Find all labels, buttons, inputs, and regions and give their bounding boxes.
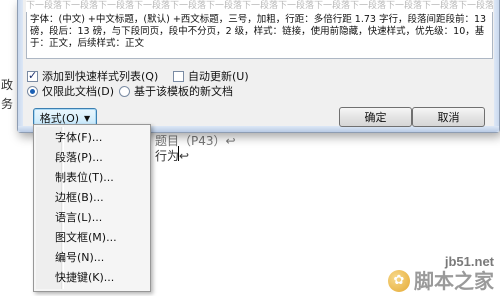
template-based-radio[interactable]: 基于该模板的新文档 <box>119 83 233 99</box>
menu-item-paragraph[interactable]: 段落(P)... <box>52 149 148 167</box>
style-description-box: 字体：(中文) +中文标题，(默认) +西文标题，三号，加粗，行距：多倍行距 1… <box>26 12 493 59</box>
only-this-document-radio[interactable]: 仅限此文档(D) <box>27 83 114 99</box>
document-text-fragment: 务 <box>1 97 14 111</box>
site-watermark: jb51.net ✿ 脚本之家 <box>388 255 494 293</box>
radio-circle[interactable] <box>27 85 38 97</box>
only-this-document-label: 仅限此文档(D) <box>42 85 115 98</box>
menu-item-numbering[interactable]: 编号(N)... <box>52 249 148 267</box>
dialog-frame-left <box>18 0 23 132</box>
cancel-button[interactable]: 取消 <box>412 107 485 127</box>
menu-item-font[interactable]: 字体(F)... <box>52 129 148 147</box>
auto-update-label: 自动更新(U) <box>188 70 249 83</box>
document-body-line: 行为↩ <box>155 149 190 163</box>
menu-item-frame[interactable]: 图文框(M)... <box>52 229 148 247</box>
template-based-label: 基于该模板的新文档 <box>134 85 233 98</box>
add-to-quick-style-label: 添加到快速样式列表(Q) <box>42 70 159 83</box>
watermark-site: jb51.net <box>444 254 494 269</box>
add-to-quick-style-checkbox[interactable]: 添加到快速样式列表(Q) <box>27 68 158 84</box>
brand-logo-icon: ✿ <box>388 270 410 292</box>
menu-item-shortcut-key[interactable]: 快捷键(K)... <box>52 269 148 287</box>
auto-update-checkbox[interactable]: 自动更新(U) <box>173 68 249 84</box>
checkbox-box[interactable] <box>173 70 184 82</box>
style-preview-strip: 下一段落下一段落下一段落下一段落下一段落下一段落下一段落下一段落下一段落下一段落… <box>26 0 493 12</box>
checkbox-box[interactable] <box>27 69 38 82</box>
watermark-brand: ✿ 脚本之家 <box>388 269 494 293</box>
watermark-name: 脚本之家 <box>414 269 494 293</box>
style-description-text: 字体：(中文) +中文标题，(默认) +西文标题，三号，加粗，行距：多倍行距 1… <box>30 14 490 49</box>
menu-item-tabs[interactable]: 制表位(T)... <box>52 169 148 187</box>
text-cursor <box>178 146 179 161</box>
menu-item-border[interactable]: 边框(B)... <box>52 189 148 207</box>
radio-circle[interactable] <box>119 85 130 97</box>
document-text-fragment: 政 <box>1 78 14 92</box>
format-dropdown-menu: 字体(F)... 段落(P)... 制表位(T)... 边框(B)... 语言(… <box>33 124 151 292</box>
dialog-frame-right <box>494 0 499 132</box>
ok-button[interactable]: 确定 <box>339 107 412 127</box>
menu-item-language[interactable]: 语言(L)... <box>52 209 148 227</box>
chevron-down-icon: ▼ <box>84 113 91 123</box>
